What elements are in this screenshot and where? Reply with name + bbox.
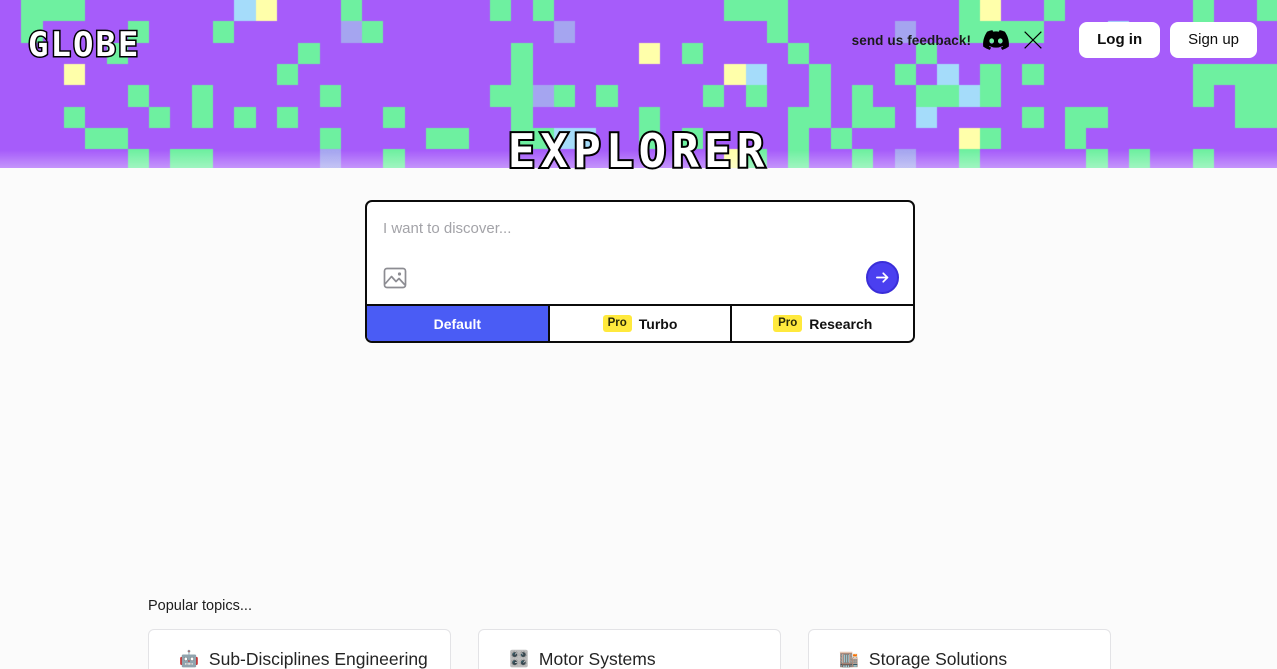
popular-topics-list: 🤖 Sub-Disciplines Engineering 🎛️ Motor S…: [148, 629, 1138, 669]
page-title: EXPLORER: [506, 124, 770, 178]
topic-card[interactable]: 🎛️ Motor Systems: [478, 629, 781, 669]
search-toolbar: [383, 261, 899, 294]
globe-logo[interactable]: GLOBE: [26, 27, 140, 64]
robot-icon: 🤖: [179, 650, 199, 668]
discord-icon[interactable]: [983, 30, 1010, 50]
search-box[interactable]: [365, 200, 915, 306]
control-knobs-icon: 🎛️: [509, 650, 529, 668]
search-input[interactable]: [383, 220, 897, 237]
popular-topics-heading: Popular topics...: [148, 598, 252, 614]
tab-turbo-label: Turbo: [638, 315, 678, 332]
header: GLOBE send us feedback! Log in Sign up: [0, 0, 1277, 70]
topic-card-label: Storage Solutions: [868, 649, 1008, 669]
pro-badge: Pro: [602, 315, 632, 332]
tab-research-label: Research: [809, 315, 873, 332]
topic-card-label: Motor Systems: [538, 649, 656, 669]
header-actions: send us feedback! Log in Sign up: [852, 22, 1257, 58]
signup-button[interactable]: Sign up: [1170, 22, 1257, 58]
topic-card-label: Sub-Disciplines Engineering: [208, 649, 428, 669]
mode-tabs: Default Pro Turbo Pro Research: [365, 306, 915, 343]
image-icon[interactable]: [383, 267, 407, 289]
search-panel: Default Pro Turbo Pro Research: [365, 200, 915, 343]
tab-default-label: Default: [433, 315, 482, 332]
tab-research[interactable]: Pro Research: [730, 306, 913, 341]
auth-buttons: Log in Sign up: [1079, 22, 1257, 58]
login-button[interactable]: Log in: [1079, 22, 1161, 58]
submit-button[interactable]: [866, 261, 899, 294]
topic-card[interactable]: 🤖 Sub-Disciplines Engineering: [148, 629, 451, 669]
topic-card[interactable]: 🏬 Storage Solutions: [808, 629, 1111, 669]
feedback-link[interactable]: send us feedback!: [852, 33, 972, 48]
tab-default[interactable]: Default: [367, 306, 548, 341]
social-links: [983, 30, 1043, 50]
popular-topics-section: Popular topics... 🤖 Sub-Disciplines Engi…: [148, 598, 1138, 669]
pro-badge: Pro: [773, 315, 803, 332]
x-twitter-icon[interactable]: [1023, 30, 1043, 50]
storage-icon: 🏬: [839, 650, 859, 668]
tab-turbo[interactable]: Pro Turbo: [547, 306, 731, 341]
